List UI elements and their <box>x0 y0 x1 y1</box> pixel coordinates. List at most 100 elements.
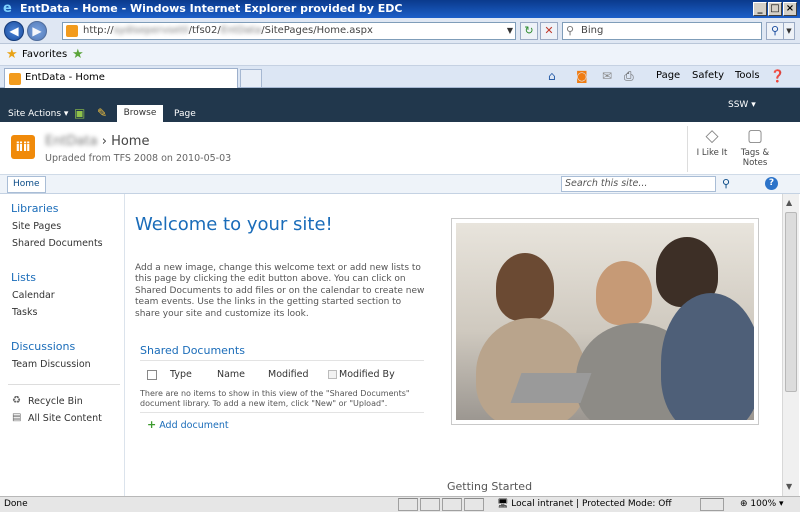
page-title: Home <box>111 134 150 149</box>
new-tab-button[interactable] <box>240 69 262 88</box>
site-name-link[interactable]: EntData <box>45 134 98 149</box>
header-divider <box>687 126 688 172</box>
empty-library-message: There are no items to show in this view … <box>140 389 410 408</box>
plus-icon: + <box>147 418 157 431</box>
search-go-button[interactable]: ⚲ <box>766 22 784 40</box>
photo-figure <box>596 261 652 325</box>
column-name[interactable]: Name <box>217 369 245 380</box>
quick-launch: Libraries Site Pages Shared Documents Li… <box>0 194 125 496</box>
protected-mode-pane[interactable] <box>700 498 724 511</box>
window-titlebar: e EntData - Home - Windows Internet Expl… <box>0 0 800 18</box>
note-icon: ▢ <box>746 126 764 146</box>
site-header: ⅱⅱ EntData › Home Upraded from TFS 2008 … <box>0 122 800 174</box>
help-icon[interactable]: ? <box>765 177 778 190</box>
shared-documents-divider <box>140 412 424 413</box>
add-document-link[interactable]: + Add document <box>147 418 229 431</box>
page-menu[interactable]: Page <box>656 70 680 81</box>
tags-notes-button[interactable]: ▢ Tags & Notes <box>735 126 775 168</box>
add-favorite-icon[interactable]: ★ <box>72 47 84 62</box>
forward-button[interactable]: ▶ <box>27 21 47 41</box>
lists-heading[interactable]: Lists <box>11 271 36 284</box>
tab-page[interactable]: Page <box>174 109 196 119</box>
favorites-star-icon[interactable]: ★ <box>6 47 18 62</box>
status-pane <box>398 498 418 511</box>
photo-laptop <box>510 373 592 403</box>
libraries-heading[interactable]: Libraries <box>11 202 59 215</box>
status-pane <box>464 498 484 511</box>
top-navigation: Home Search this site... ⚲ ? <box>0 174 800 194</box>
scroll-thumb[interactable] <box>785 212 797 392</box>
quick-launch-divider <box>8 384 120 385</box>
status-bar: Done 🖥 Local intranet | Protected Mode: … <box>0 496 800 512</box>
navigate-up-icon[interactable]: ▣ <box>74 106 85 120</box>
nav-recycle-bin[interactable]: Recycle Bin <box>28 396 83 407</box>
tab-entdata-home[interactable]: EntData - Home <box>4 68 238 88</box>
maximize-button[interactable]: □ <box>768 2 782 16</box>
tab-browse[interactable]: Browse <box>117 105 163 122</box>
welcome-image <box>451 218 759 425</box>
stop-icon[interactable]: ✕ <box>540 22 558 40</box>
getting-started-heading: Getting Started <box>447 480 533 493</box>
shared-documents-divider <box>140 360 424 361</box>
favicon-icon <box>66 25 78 37</box>
welcome-text: Add a new image, change this welcome tex… <box>135 263 425 319</box>
safety-menu[interactable]: Safety <box>692 70 724 81</box>
nav-shared-documents[interactable]: Shared Documents <box>12 238 103 249</box>
site-actions-menu[interactable]: Site Actions ▾ <box>8 109 68 119</box>
mail-icon[interactable]: ✉ <box>602 69 612 83</box>
discussions-heading[interactable]: Discussions <box>11 340 75 353</box>
home-icon[interactable]: ⌂ <box>548 69 556 83</box>
column-checkbox-icon <box>328 370 337 379</box>
nav-site-pages[interactable]: Site Pages <box>12 221 61 232</box>
feeds-icon[interactable]: ◙ <box>576 69 588 83</box>
photo-figure <box>661 293 754 420</box>
site-search-input[interactable]: Search this site... <box>561 176 716 192</box>
select-all-checkbox[interactable] <box>147 370 157 380</box>
edit-page-icon[interactable]: ✎ <box>97 106 107 120</box>
photo-figure <box>476 318 586 420</box>
nav-team-discussion[interactable]: Team Discussion <box>12 359 91 370</box>
favorites-bar: ★ Favorites ★ <box>0 44 800 66</box>
address-field[interactable]: http://sydisepervsetli/tfs02/EntData/Sit… <box>62 22 516 40</box>
compatibility-icon[interactable]: ↻ <box>520 22 538 40</box>
help-menu-icon[interactable]: ❓ <box>770 69 785 83</box>
page-scrollbar[interactable]: ▲ ▼ <box>782 194 799 496</box>
zoom-level[interactable]: ⊕ 100% ▾ <box>740 499 784 509</box>
ie-logo-icon: e <box>3 1 12 16</box>
address-toolbar: ◀ ▶ http://sydisepervsetli/tfs02/EntData… <box>0 18 800 44</box>
bing-search-input[interactable]: ⚲ Bing <box>562 22 762 40</box>
site-search-icon[interactable]: ⚲ <box>718 176 734 192</box>
nav-tasks[interactable]: Tasks <box>12 307 37 318</box>
minimize-button[interactable]: _ <box>753 2 767 16</box>
favorites-button[interactable]: Favorites <box>22 49 67 60</box>
breadcrumb: EntData › Home <box>45 134 150 149</box>
status-pane <box>420 498 440 511</box>
status-pane <box>442 498 462 511</box>
back-button[interactable]: ◀ <box>4 21 24 41</box>
close-window-button[interactable]: × <box>783 2 797 16</box>
user-menu[interactable]: SSW ▾ <box>728 100 756 110</box>
tools-menu[interactable]: Tools <box>735 70 760 81</box>
column-modified[interactable]: Modified <box>268 369 309 380</box>
nav-calendar[interactable]: Calendar <box>12 290 55 301</box>
favicon-icon <box>9 73 21 85</box>
scroll-down-icon[interactable]: ▼ <box>786 482 792 491</box>
shared-documents-title[interactable]: Shared Documents <box>140 344 245 357</box>
team-photo <box>456 223 754 420</box>
column-modified-by[interactable]: Modified By <box>339 369 395 380</box>
security-zone[interactable]: 🖥 Local intranet | Protected Mode: Off <box>497 499 672 509</box>
scroll-up-icon[interactable]: ▲ <box>786 198 792 207</box>
recycle-bin-icon: ♻ <box>12 395 21 406</box>
window-title: EntData - Home - Windows Internet Explor… <box>20 2 403 15</box>
welcome-heading: Welcome to your site! <box>135 214 333 235</box>
site-logo-icon[interactable]: ⅱⅱ <box>11 135 35 159</box>
status-text: Done <box>4 499 28 509</box>
i-like-it-button[interactable]: ◇ I Like It <box>692 126 732 158</box>
photo-figure <box>496 253 554 321</box>
nav-all-site-content[interactable]: All Site Content <box>28 413 102 424</box>
address-dropdown-icon[interactable]: ▼ <box>507 23 513 39</box>
print-icon[interactable]: ⎙ <box>624 69 634 84</box>
column-type[interactable]: Type <box>170 369 192 380</box>
search-options-icon[interactable]: ▼ <box>783 22 795 40</box>
nav-home[interactable]: Home <box>7 176 46 193</box>
